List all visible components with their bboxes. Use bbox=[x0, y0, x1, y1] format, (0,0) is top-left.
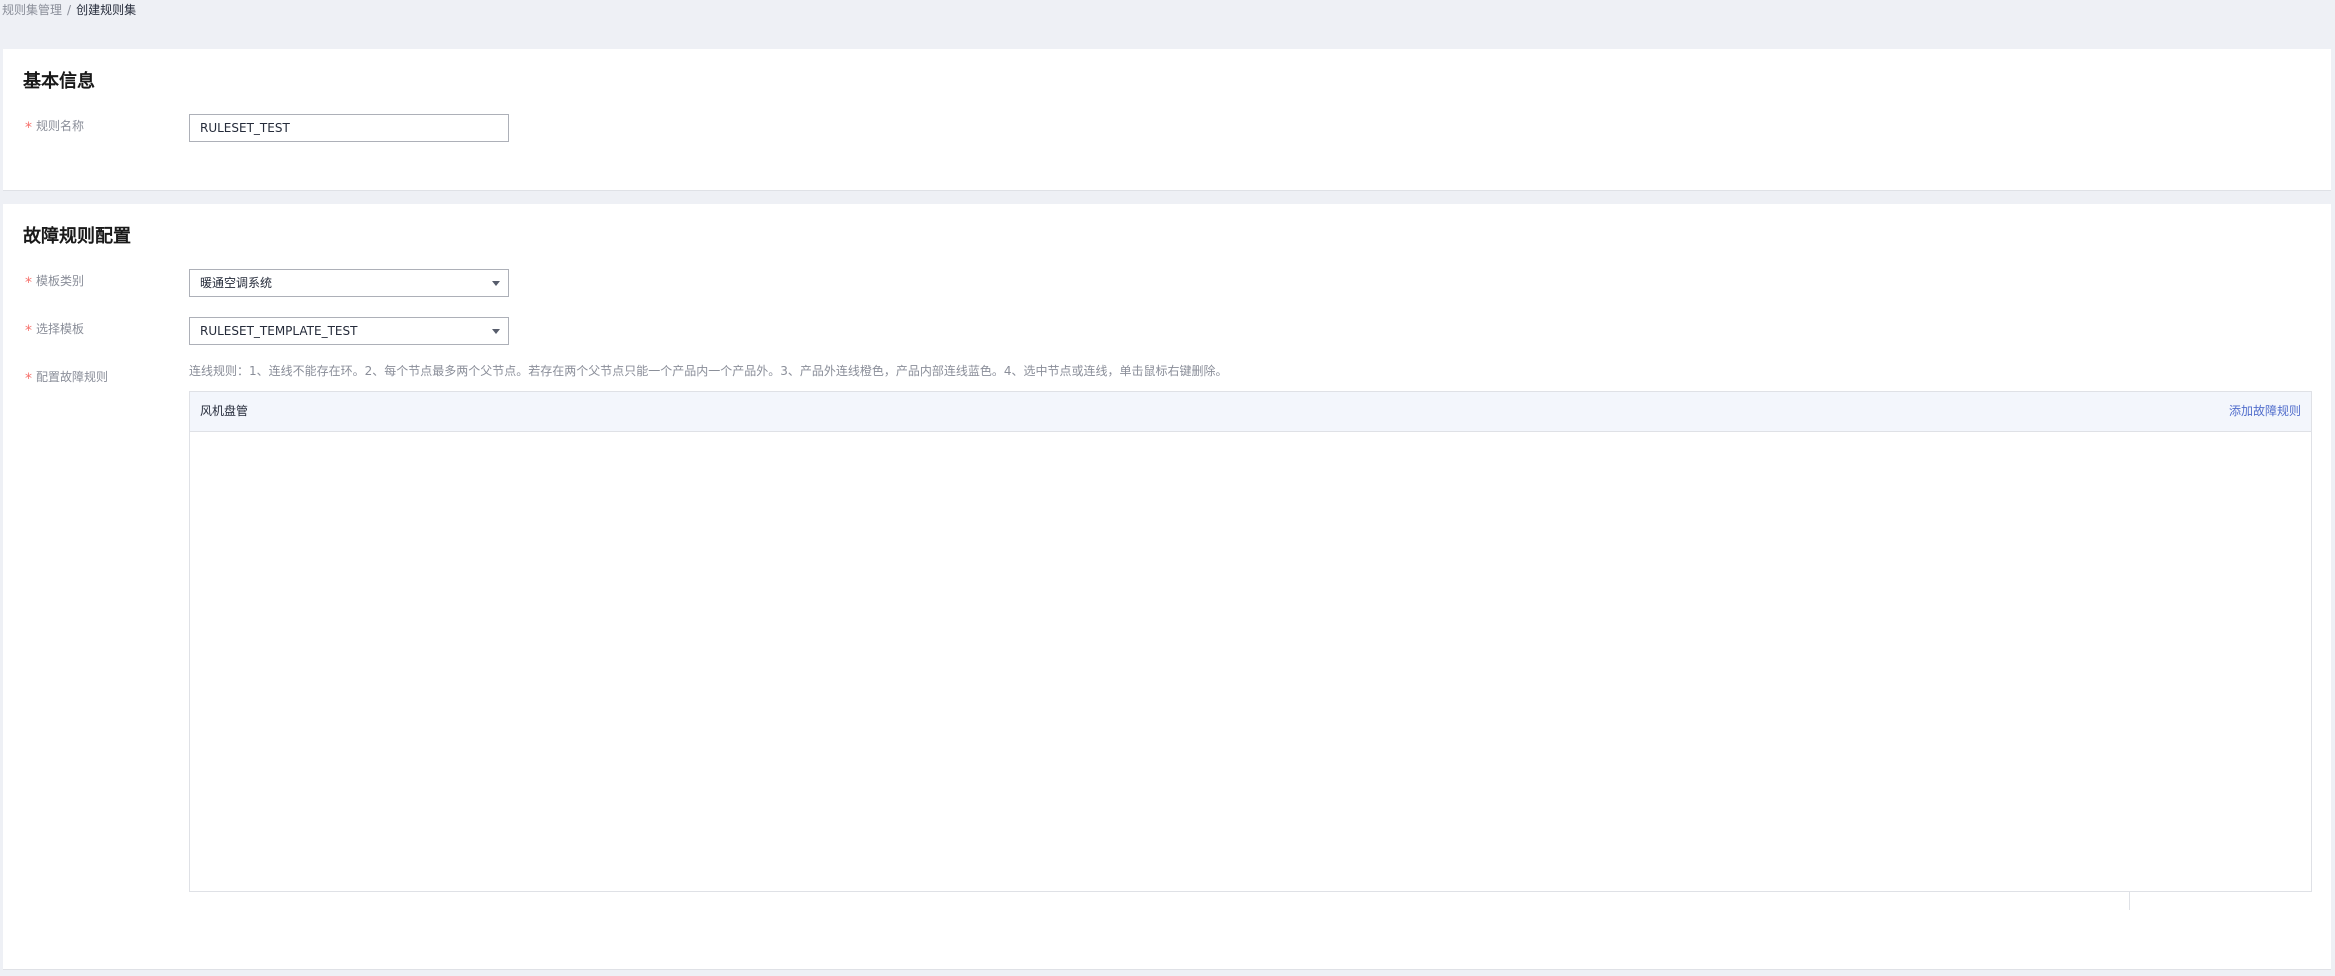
breadcrumb-separator: / bbox=[67, 3, 72, 17]
breadcrumb-current: 创建规则集 bbox=[76, 3, 137, 17]
template-type-select[interactable]: 暖通空调系统 bbox=[189, 269, 509, 297]
fault-rule-panel: 风机盘管 添加故障规则 bbox=[189, 391, 2312, 892]
basic-info-title: 基本信息 bbox=[23, 71, 95, 92]
rule-name-label-text: 规则名称 bbox=[36, 119, 85, 133]
select-template-label-text: 选择模板 bbox=[36, 322, 85, 336]
template-type-selected-value: 暖通空调系统 bbox=[200, 276, 273, 290]
required-mark: * bbox=[25, 120, 32, 136]
rule-name-input[interactable]: RULESET_TEST bbox=[189, 114, 509, 142]
fault-rule-panel-header: 风机盘管 添加故障规则 bbox=[190, 392, 2311, 432]
fault-config-card: 故障规则配置 * 模板类别 暖通空调系统 * 选择模板 RULESET_TEMPLA… bbox=[3, 204, 2331, 970]
select-template-selected-value: RULESET_TEMPLATE_TEST bbox=[200, 324, 358, 338]
required-mark: * bbox=[25, 371, 32, 387]
required-mark: * bbox=[25, 275, 32, 291]
breadcrumb: 规则集管理 / 创建规则集 bbox=[2, 2, 136, 18]
template-type-label-text: 模板类别 bbox=[36, 274, 85, 288]
breadcrumb-parent-link[interactable]: 规则集管理 bbox=[2, 3, 62, 17]
fault-rule-canvas[interactable] bbox=[190, 432, 2311, 891]
select-template-select[interactable]: RULESET_TEMPLATE_TEST bbox=[189, 317, 509, 345]
select-template-label: * 选择模板 bbox=[25, 319, 84, 339]
basic-info-card: 基本信息 * 规则名称 RULESET_TEST bbox=[3, 49, 2331, 191]
add-fault-rule-link[interactable]: 添加故障规则 bbox=[2229, 403, 2301, 419]
chevron-down-icon bbox=[492, 281, 500, 286]
required-mark: * bbox=[25, 323, 32, 339]
config-rules-label-text: 配置故障规则 bbox=[36, 370, 109, 384]
panel-scroll-edge bbox=[2129, 892, 2130, 910]
fault-config-title: 故障规则配置 bbox=[23, 226, 131, 247]
rule-name-label: * 规则名称 bbox=[25, 116, 84, 136]
config-rules-label: * 配置故障规则 bbox=[25, 367, 108, 387]
chevron-down-icon bbox=[492, 329, 500, 334]
fault-rule-panel-title: 风机盘管 bbox=[200, 404, 249, 418]
template-type-label: * 模板类别 bbox=[25, 271, 84, 291]
connection-rules-hint: 连线规则：1、连线不能存在环。2、每个节点最多两个父节点。若存在两个父节点只能一… bbox=[189, 364, 1228, 378]
